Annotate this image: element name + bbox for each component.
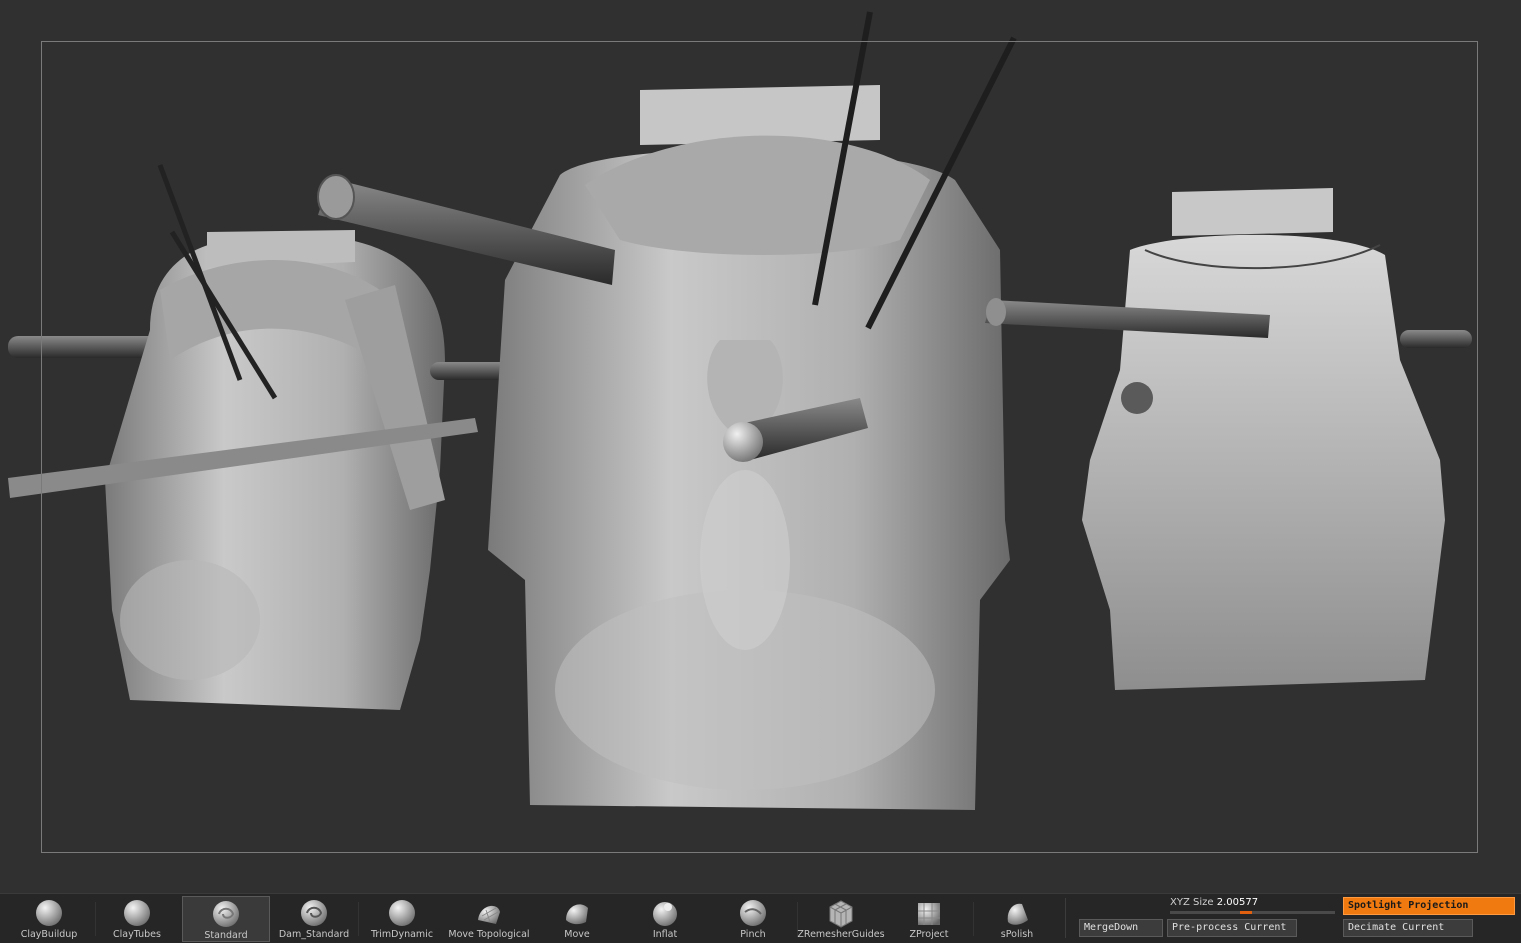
brush-spolish[interactable]: sPolish (973, 896, 1061, 942)
dam-standard-brush-icon (301, 900, 327, 926)
brush-label: ClayBuildup (20, 929, 78, 940)
brush-claybuildup[interactable]: ClayBuildup (5, 896, 93, 942)
brush-move[interactable]: Move (533, 896, 621, 942)
document-frame (41, 41, 1478, 853)
shelf-divider (1065, 898, 1066, 938)
brush-label: Move (564, 929, 590, 940)
standard-brush-icon (213, 901, 239, 927)
brush-label: Standard (204, 930, 248, 941)
brush-label: Inflat (652, 929, 678, 940)
brush-trimdynamic[interactable]: TrimDynamic (358, 896, 446, 942)
brush-pinch[interactable]: Pinch (709, 896, 797, 942)
spotlight-projection-button[interactable]: Spotlight Projection (1343, 897, 1515, 915)
brush-standard[interactable]: Standard (182, 896, 270, 942)
decimate-current-button[interactable]: Decimate Current (1343, 919, 1473, 937)
document-canvas[interactable] (0, 0, 1521, 893)
brush-label: sPolish (1000, 929, 1034, 940)
merge-down-button[interactable]: MergeDown (1079, 919, 1163, 937)
xyz-size-label: XYZ Size 2.00577 (1170, 897, 1258, 908)
pre-process-current-button[interactable]: Pre-process Current (1167, 919, 1297, 937)
brush-inflat[interactable]: Inflat (621, 896, 709, 942)
move-topological-brush-icon (478, 905, 500, 924)
xyz-size-text: XYZ Size (1170, 897, 1214, 908)
spolish-brush-icon (1007, 903, 1028, 925)
brush-zproject[interactable]: ZProject (885, 896, 973, 942)
inflat-brush-icon (653, 902, 677, 926)
brush-label: TrimDynamic (370, 929, 434, 940)
brush-label: Move Topological (448, 929, 530, 940)
pinch-brush-icon (740, 900, 766, 926)
xyz-size-slider-handle[interactable] (1240, 911, 1252, 914)
brush-move-topological[interactable]: Move Topological (445, 896, 533, 942)
claybuildup-brush-icon (36, 900, 62, 926)
zremesherguides-brush-icon (829, 900, 853, 928)
zproject-brush-icon (918, 903, 940, 925)
brush-zremesherguides[interactable]: ZRemesherGuides (797, 896, 885, 942)
brush-label: ClayTubes (113, 929, 161, 940)
xyz-size-value: 2.00577 (1216, 897, 1259, 908)
brush-label: Dam_Standard (278, 929, 350, 940)
brush-label: Pinch (740, 929, 766, 940)
xyz-size-slider[interactable] (1170, 911, 1335, 914)
brush-label: ZProject (909, 929, 949, 940)
trimdynamic-brush-icon (389, 900, 415, 926)
claytubes-brush-icon (124, 900, 150, 926)
brush-claytubes[interactable]: ClayTubes (93, 896, 181, 942)
brush-label: ZRemesherGuides (797, 929, 885, 940)
move-brush-icon (566, 904, 588, 925)
brush-dam-standard[interactable]: Dam_Standard (270, 896, 358, 942)
